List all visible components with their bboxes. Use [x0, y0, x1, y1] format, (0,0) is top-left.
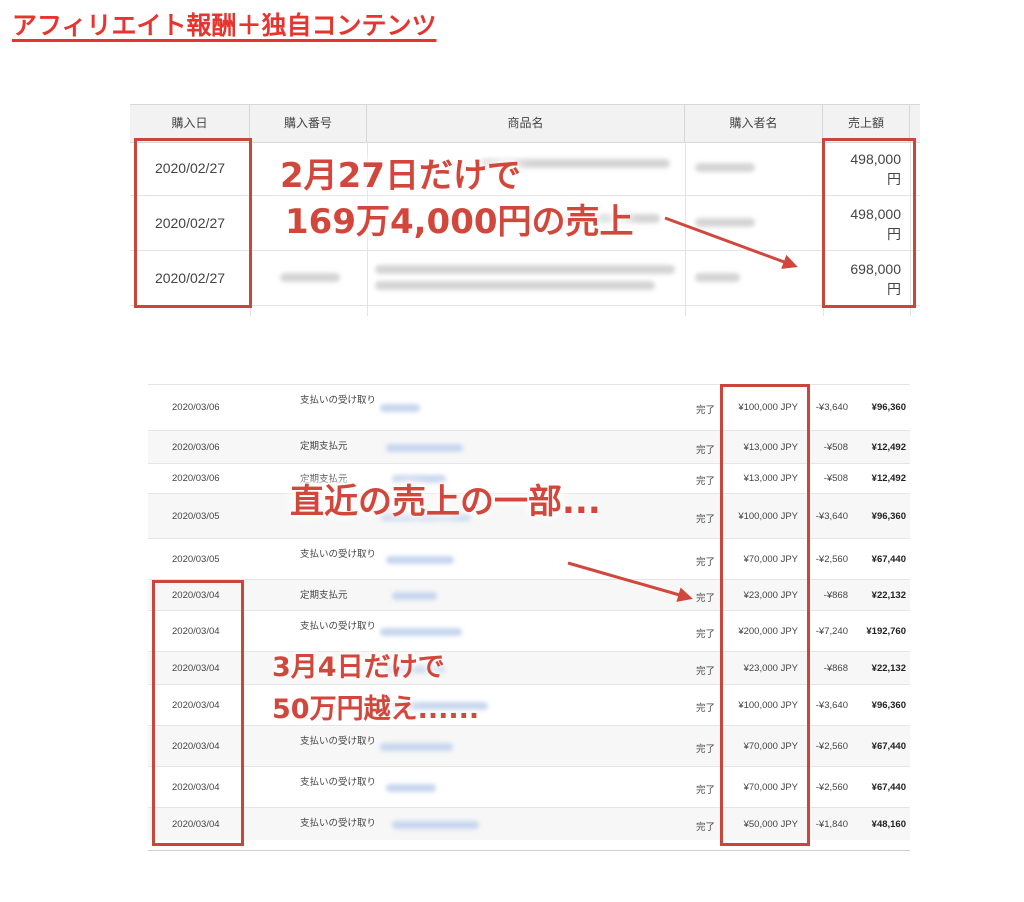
annotation-arrows	[567, 216, 798, 602]
arrow-to-amounts	[664, 216, 798, 269]
arrow-to-gross	[567, 561, 693, 602]
